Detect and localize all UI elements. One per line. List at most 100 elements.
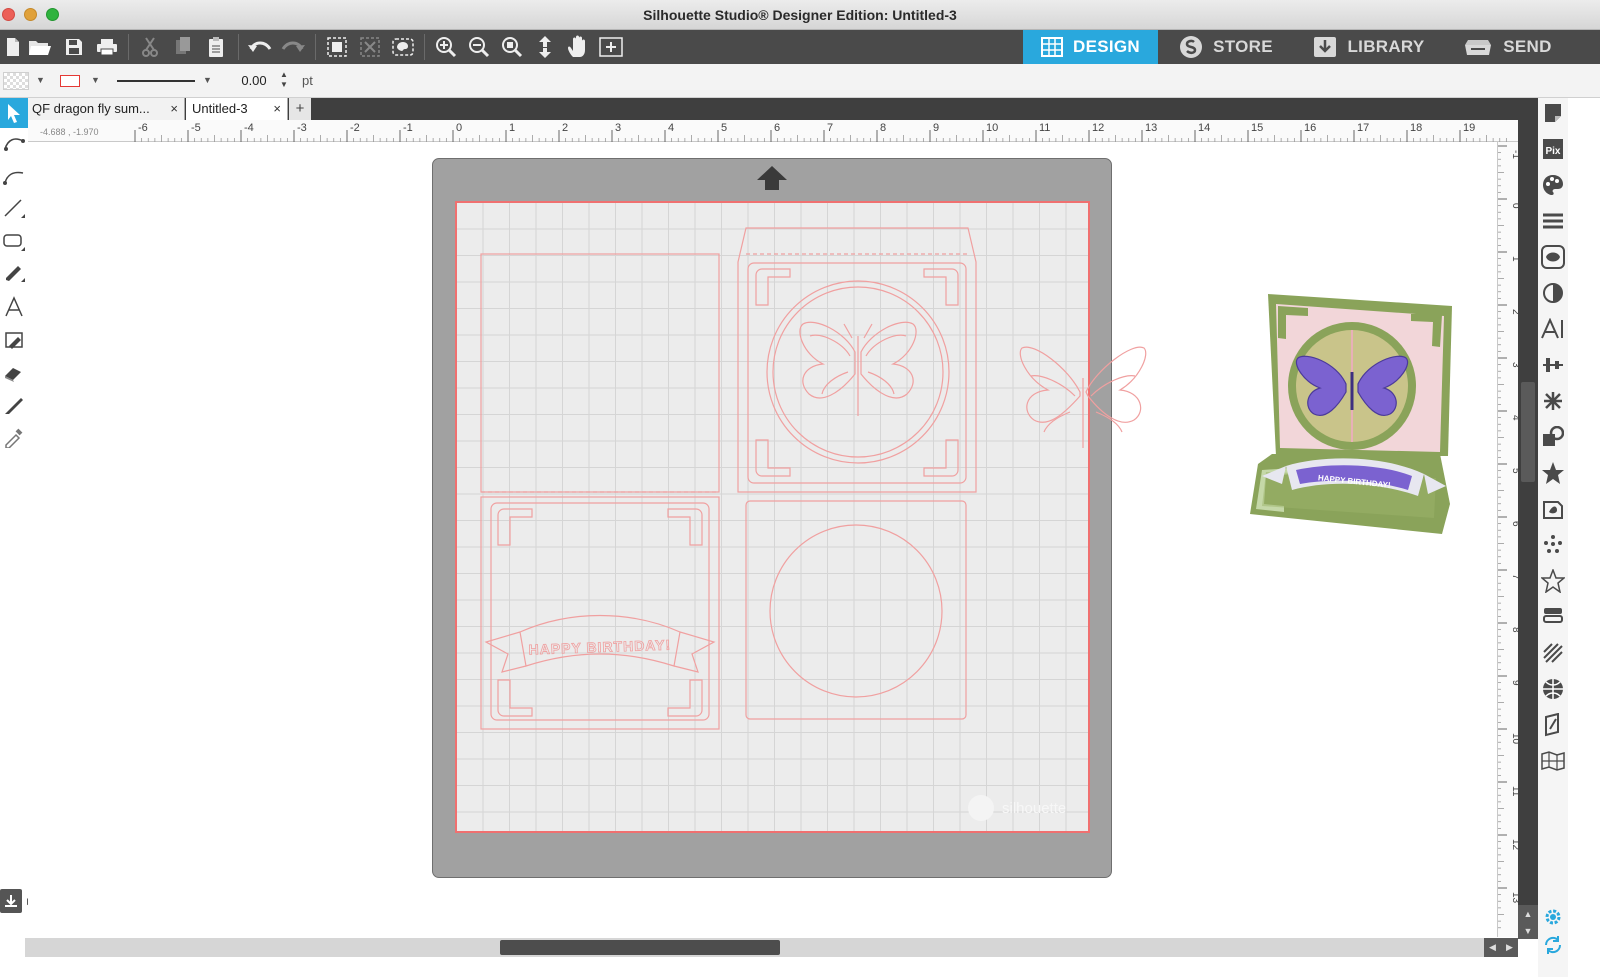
line-tool-icon[interactable] — [0, 194, 28, 224]
group-icon[interactable] — [324, 35, 350, 59]
ruler-label: 12 — [1092, 122, 1104, 134]
card-3d-preview[interactable]: HAPPY BIRTHDAY! — [1246, 294, 1454, 534]
open-folder-icon[interactable] — [27, 35, 53, 59]
line-style-selector[interactable] — [117, 80, 195, 82]
settings-gear-icon[interactable] — [1538, 902, 1568, 932]
eyedropper-tool-icon[interactable] — [0, 422, 28, 452]
tab-send[interactable]: SEND — [1450, 30, 1565, 64]
draw-pencil-tool-icon[interactable] — [0, 258, 28, 288]
text-tool-icon[interactable] — [0, 292, 28, 322]
text-style-panel-icon[interactable] — [1538, 314, 1568, 344]
line-weight-input[interactable]: 0.00 — [236, 71, 272, 91]
zoom-to-fit-icon[interactable] — [499, 35, 525, 59]
title-bar: Silhouette Studio® Designer Edition: Unt… — [0, 0, 1600, 30]
replicate-panel-icon[interactable] — [1538, 386, 1568, 416]
fill-dropdown-arrow-icon[interactable]: ▼ — [36, 75, 45, 85]
image-effects-panel-icon[interactable] — [1538, 242, 1568, 272]
grid-icon — [1041, 37, 1063, 57]
horizontal-ruler: -6 -5 -4 -3 -2 -1 0 1 2 3 4 5 6 7 8 9 10 11 12 13 14 15 16 17 18… — [28, 120, 1518, 142]
rectangle-tool-icon[interactable] — [0, 226, 28, 256]
ruler-label: 15 — [1251, 122, 1263, 134]
horizontal-scrollbar-thumb[interactable] — [500, 940, 780, 955]
line-color-dropdown-arrow-icon[interactable]: ▼ — [91, 75, 100, 85]
align-panel-icon[interactable] — [1538, 350, 1568, 380]
undo-icon[interactable] — [247, 35, 273, 59]
page-setup-icon[interactable] — [1538, 98, 1568, 128]
library-download-icon — [1313, 36, 1337, 58]
redo-icon[interactable] — [280, 35, 306, 59]
trace-panel-icon[interactable] — [1538, 494, 1568, 524]
edit-points-tool-icon[interactable] — [0, 130, 28, 160]
ruler-label: 8 — [880, 122, 886, 134]
line-weight-stepper-icon[interactable]: ▲ ▼ — [280, 70, 288, 90]
ruler-label: -5 — [191, 122, 201, 134]
toolbar-separator — [128, 34, 129, 60]
horizontal-scroll-arrows[interactable]: ◀ ▶ — [1484, 938, 1518, 957]
library-book-icon[interactable] — [1538, 710, 1568, 740]
new-file-icon[interactable] — [0, 35, 26, 59]
offset-star-icon[interactable] — [1538, 458, 1568, 488]
scroll-left-icon[interactable]: ◀ — [1489, 942, 1496, 953]
paste-clipboard-icon[interactable] — [203, 35, 229, 59]
cutter-icon — [1463, 37, 1493, 57]
zoom-in-icon[interactable] — [433, 35, 459, 59]
vertical-ruler: -1012345678910111213 — [1497, 142, 1521, 937]
zoom-out-icon[interactable] — [466, 35, 492, 59]
hatch-fill-icon[interactable] — [1538, 638, 1568, 668]
ungroup-icon[interactable] — [357, 35, 383, 59]
ruler-label: -3 — [297, 122, 307, 134]
scroll-right-icon[interactable]: ▶ — [1506, 942, 1513, 953]
tab-design[interactable]: DESIGN — [1023, 30, 1158, 64]
cut-scissors-icon[interactable] — [137, 35, 163, 59]
scroll-down-icon[interactable]: ▼ — [1524, 926, 1533, 936]
pixscan-icon[interactable]: Pix — [1538, 134, 1568, 164]
silhouette-studio-window: Silhouette Studio® Designer Edition: Unt… — [0, 0, 1600, 977]
map-fold-icon[interactable] — [1538, 746, 1568, 776]
tab-store[interactable]: STORE — [1160, 30, 1292, 64]
ruler-label: 17 — [1357, 122, 1369, 134]
tab-library[interactable]: LIBRARY — [1295, 30, 1443, 64]
print-icon[interactable] — [94, 35, 120, 59]
ruler-label: 4 — [668, 122, 674, 134]
vertical-scroll-arrows[interactable]: ▲ ▼ — [1518, 905, 1538, 939]
line-style-dropdown-arrow-icon[interactable]: ▼ — [203, 75, 212, 85]
pan-hand-icon[interactable] — [565, 35, 591, 59]
cut-area-grid[interactable] — [455, 201, 1090, 833]
layers-panel-icon[interactable] — [1538, 602, 1568, 632]
contrast-icon[interactable] — [1538, 278, 1568, 308]
scroll-up-icon[interactable]: ▲ — [1524, 909, 1533, 919]
line-weight-unit: pt — [302, 73, 313, 88]
vertical-scrollbar-thumb[interactable] — [1521, 382, 1535, 482]
doc-tab-untitled-3[interactable]: Untitled-3 × — [186, 98, 288, 120]
eraser-icon[interactable] — [0, 358, 28, 388]
nesting-globe-icon[interactable] — [1538, 674, 1568, 704]
fill-color-swatch[interactable] — [3, 72, 29, 90]
sketch-dots-icon[interactable] — [1538, 530, 1568, 560]
knife-curve-tool-icon[interactable] — [0, 162, 28, 192]
knife-tool-icon[interactable] — [0, 390, 28, 420]
ruler-label: 16 — [1304, 122, 1316, 134]
import-icon[interactable] — [0, 889, 22, 913]
close-tab-icon[interactable]: × — [170, 98, 178, 120]
replicate-icon[interactable] — [390, 35, 416, 59]
line-style-panel-icon[interactable] — [1538, 206, 1568, 236]
line-color-swatch[interactable] — [60, 75, 80, 87]
copy-icon[interactable] — [170, 35, 196, 59]
svg-text:Pix: Pix — [1545, 146, 1560, 157]
sync-icon[interactable] — [1538, 930, 1568, 960]
ruler-label: 5 — [721, 122, 727, 134]
doc-tab-qf-dragon-fly[interactable]: QF dragon fly sum... × — [26, 98, 185, 120]
eraser-tool-icon[interactable] — [0, 326, 28, 356]
add-tab-button[interactable]: + — [289, 98, 311, 120]
fill-panel-palette-icon[interactable] — [1538, 170, 1568, 200]
close-tab-icon[interactable]: × — [273, 98, 281, 120]
right-scrollbar-track[interactable] — [1518, 98, 1538, 938]
ruler-label: 18 — [1410, 122, 1422, 134]
save-icon[interactable] — [61, 35, 87, 59]
select-tool-icon[interactable] — [0, 98, 28, 128]
move-down-arrow-icon[interactable] — [532, 35, 558, 59]
ruler-label: 14 — [1198, 122, 1210, 134]
add-page-icon[interactable] — [598, 35, 624, 59]
modify-panel-icon[interactable] — [1538, 422, 1568, 452]
star-outline-icon[interactable] — [1538, 566, 1568, 596]
